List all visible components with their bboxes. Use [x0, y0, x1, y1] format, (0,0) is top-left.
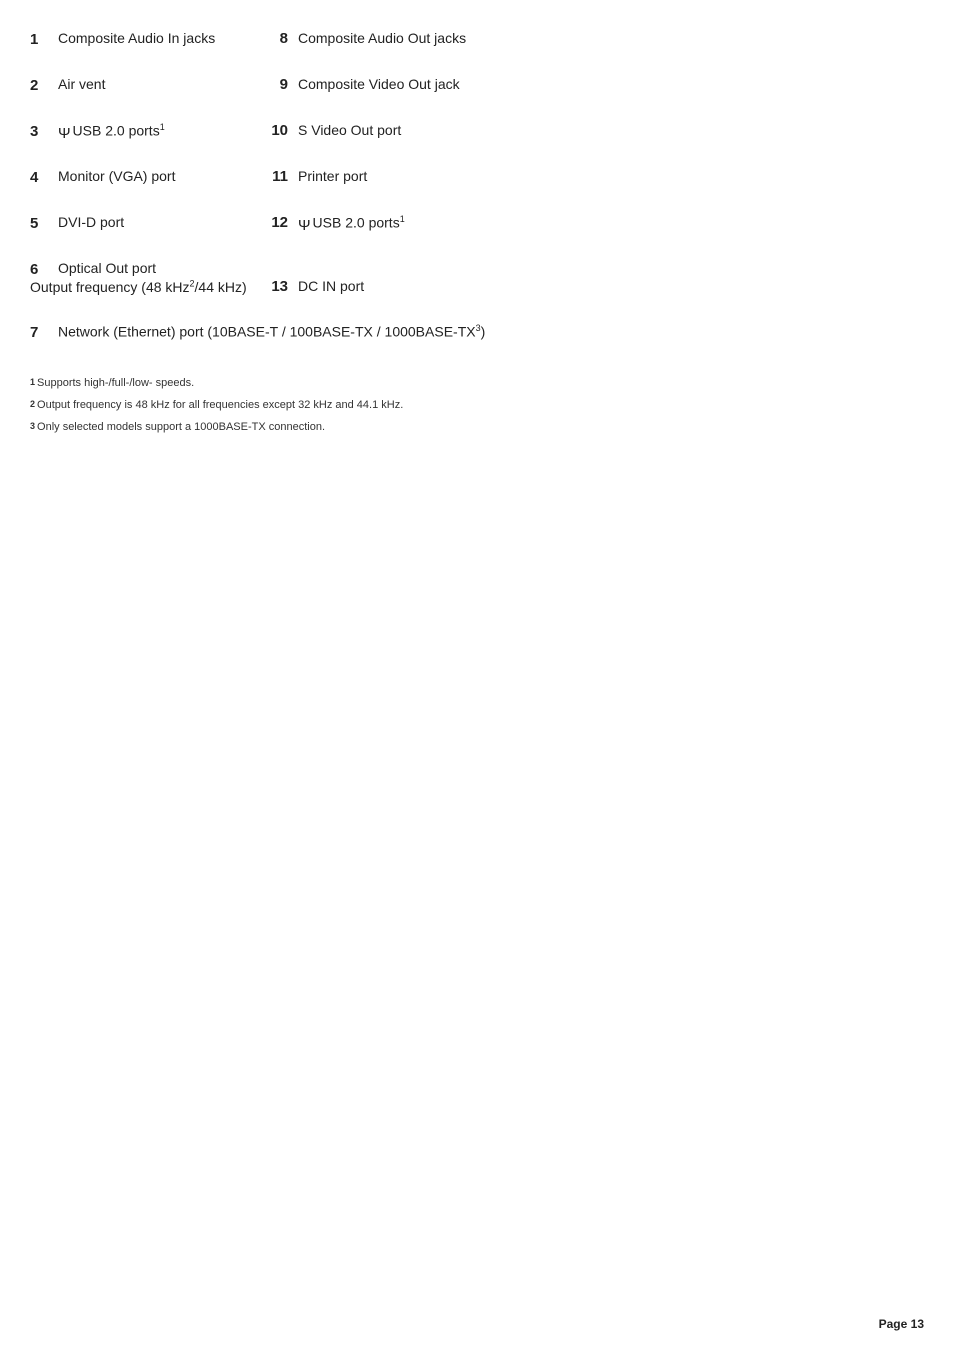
- footnote-num-2: 2: [30, 399, 35, 409]
- item-row-1: 1 Composite Audio In jacks 8 Composite A…: [30, 30, 904, 48]
- row6-bottom: Output frequency (48 kHz2/44 kHz): [30, 278, 247, 295]
- item-number-right-4: 11: [258, 168, 298, 185]
- right-col-6: 13 DC IN port: [258, 278, 364, 295]
- item-number-1: 1: [30, 30, 58, 48]
- footnote-1: 1 Supports high-/full-/low- speeds.: [30, 377, 904, 389]
- item-label-right-5: ΨUSB 2.0 ports1: [298, 214, 405, 232]
- footnote-text-3: Only selected models support a 1000BASE-…: [37, 421, 325, 433]
- item-number-5: 5: [30, 214, 58, 232]
- item-number-6: 6: [30, 260, 58, 278]
- usb-icon-12: Ψ: [298, 217, 311, 234]
- left-col-5: 5 DVI-D port: [30, 214, 258, 232]
- left-col-2: 2 Air vent: [30, 76, 258, 94]
- item-label-right-6: DC IN port: [298, 278, 364, 294]
- right-col-4: 11 Printer port: [258, 168, 367, 185]
- right-col-5: 12 ΨUSB 2.0 ports1: [258, 214, 405, 232]
- item-label-right-2: Composite Video Out jack: [298, 76, 460, 92]
- item-row-7: 7 Network (Ethernet) port (10BASE-T / 10…: [30, 323, 904, 341]
- footnote-num-3: 3: [30, 421, 35, 431]
- right-col-2: 9 Composite Video Out jack: [258, 76, 460, 93]
- item-row-6: 6 Optical Out port Output frequency (48 …: [30, 260, 904, 295]
- item-label-right-1: Composite Audio Out jacks: [298, 30, 466, 46]
- item-number-3: 3: [30, 122, 58, 140]
- right-col-1: 8 Composite Audio Out jacks: [258, 30, 466, 47]
- item-label-4: Monitor (VGA) port: [58, 168, 258, 184]
- item-number-right-3: 10: [258, 122, 298, 139]
- sup-12: 1: [400, 214, 405, 224]
- footnote-3: 3 Only selected models support a 1000BAS…: [30, 421, 904, 433]
- item-label-1: Composite Audio In jacks: [58, 30, 258, 46]
- page-number: Page 13: [879, 1317, 924, 1331]
- item-number-right-6: 13: [258, 278, 298, 295]
- item-label-7: Network (Ethernet) port (10BASE-T / 100B…: [58, 323, 485, 340]
- item-row-2: 2 Air vent 9 Composite Video Out jack: [30, 76, 904, 94]
- item-label-6-line1: Optical Out port: [58, 260, 156, 276]
- item-number-4: 4: [30, 168, 58, 186]
- item-number-7: 7: [30, 323, 58, 341]
- left-col-4: 4 Monitor (VGA) port: [30, 168, 258, 186]
- row6-top: 6 Optical Out port: [30, 260, 156, 278]
- sup-3: 1: [160, 122, 165, 132]
- item-number-right-5: 12: [258, 214, 298, 231]
- page-content: 1 Composite Audio In jacks 8 Composite A…: [0, 0, 954, 503]
- left-col-6: 6 Optical Out port Output frequency (48 …: [30, 260, 258, 295]
- item-label-5: DVI-D port: [58, 214, 258, 230]
- footnote-2: 2 Output frequency is 48 kHz for all fre…: [30, 399, 904, 411]
- item-label-6-line2: Output frequency (48 kHz2/44 kHz): [30, 279, 247, 295]
- item-label-right-3: S Video Out port: [298, 122, 401, 138]
- left-col-1: 1 Composite Audio In jacks: [30, 30, 258, 48]
- right-col-3: 10 S Video Out port: [258, 122, 401, 139]
- item-row-3: 3 ΨUSB 2.0 ports1 10 S Video Out port: [30, 122, 904, 140]
- item-number-right-2: 9: [258, 76, 298, 93]
- footnote-text-1: Supports high-/full-/low- speeds.: [37, 377, 194, 389]
- item-row-5: 5 DVI-D port 12 ΨUSB 2.0 ports1: [30, 214, 904, 232]
- item-label-right-4: Printer port: [298, 168, 367, 184]
- usb-icon-3: Ψ: [58, 125, 71, 142]
- item-label-3: ΨUSB 2.0 ports1: [58, 122, 258, 140]
- item-row-4: 4 Monitor (VGA) port 11 Printer port: [30, 168, 904, 186]
- footnote-section: 1 Supports high-/full-/low- speeds. 2 Ou…: [30, 369, 904, 433]
- footnote-text-2: Output frequency is 48 kHz for all frequ…: [37, 399, 403, 411]
- left-col-3: 3 ΨUSB 2.0 ports1: [30, 122, 258, 140]
- item-number-2: 2: [30, 76, 58, 94]
- item-number-right-1: 8: [258, 30, 298, 47]
- footnote-num-1: 1: [30, 377, 35, 387]
- item-label-2: Air vent: [58, 76, 258, 92]
